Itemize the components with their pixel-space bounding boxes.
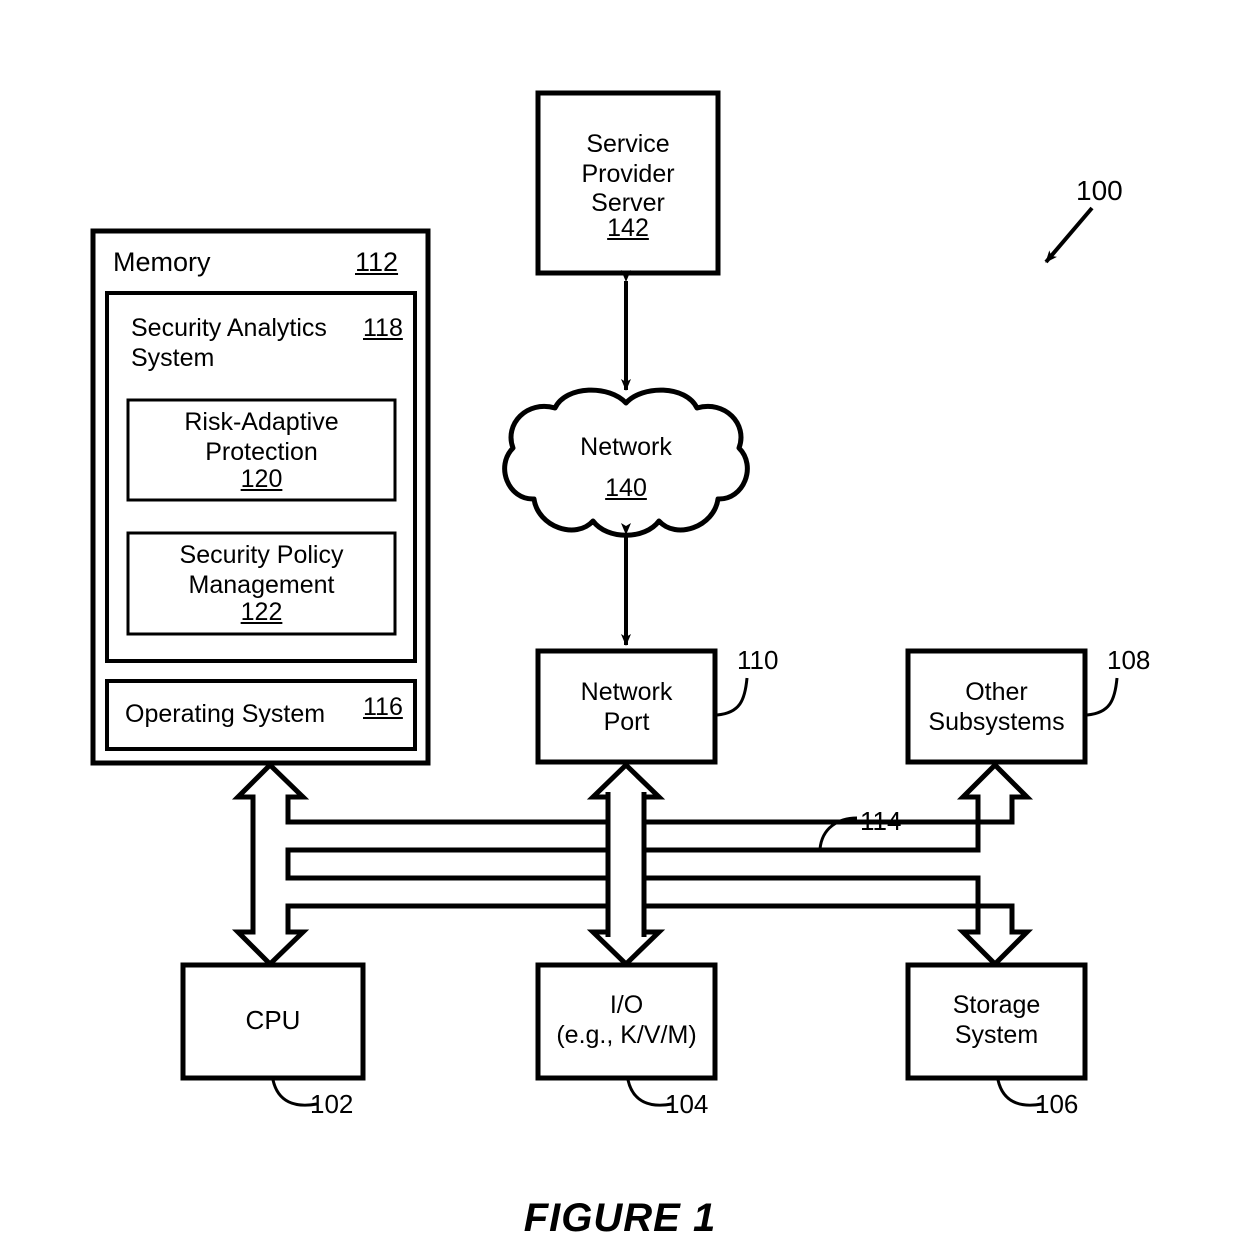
storage-system-ref: 106 (1035, 1089, 1079, 1119)
network-port-title: Network Port (580, 678, 673, 736)
operating-system-ref: 116 (363, 693, 403, 721)
figure-canvas: Memory 112 Security Analytics System 118… (0, 0, 1240, 1258)
memory-ref: 112 (355, 247, 399, 277)
service-provider-server-ref: 142 (607, 214, 649, 242)
network-cloud-ref: 140 (605, 474, 647, 502)
security-analytics-system-title: Security Analytics System (131, 314, 327, 372)
network-cloud-shape (502, 387, 750, 538)
security-analytics-system-ref: 118 (363, 314, 403, 342)
bus-arrow-middle (586, 761, 666, 968)
io-ref: 104 (665, 1089, 709, 1119)
risk-adaptive-protection-ref: 120 (240, 465, 283, 493)
security-policy-management-ref: 122 (240, 598, 283, 626)
memory-title: Memory (113, 247, 211, 277)
network-cloud-title: Network (580, 433, 672, 461)
operating-system-title: Operating System (125, 700, 326, 728)
figure-caption: FIGURE 1 (523, 1196, 717, 1240)
storage-system-title: Storage System (952, 991, 1041, 1049)
system-ref-arrow (1044, 206, 1094, 264)
cpu-ref: 102 (310, 1089, 354, 1119)
other-subsystems-ref: 108 (1107, 645, 1151, 675)
security-policy-management-title: Security Policy Management (179, 541, 344, 599)
network-port-ref: 110 (737, 645, 779, 675)
leader-line-108 (1086, 677, 1119, 717)
cpu-title: CPU (245, 1005, 301, 1035)
io-title: I/O (e.g., K/V/M) (556, 991, 697, 1049)
other-subsystems-title: Other Subsystems (928, 678, 1065, 736)
bus-ref: 114 (860, 806, 902, 836)
risk-adaptive-protection-title: Risk-Adaptive Protection (184, 408, 339, 466)
service-provider-server-title: Service Provider Server (581, 130, 675, 217)
system-ref-label: 100 (1076, 175, 1123, 206)
leader-line-110 (716, 677, 749, 717)
